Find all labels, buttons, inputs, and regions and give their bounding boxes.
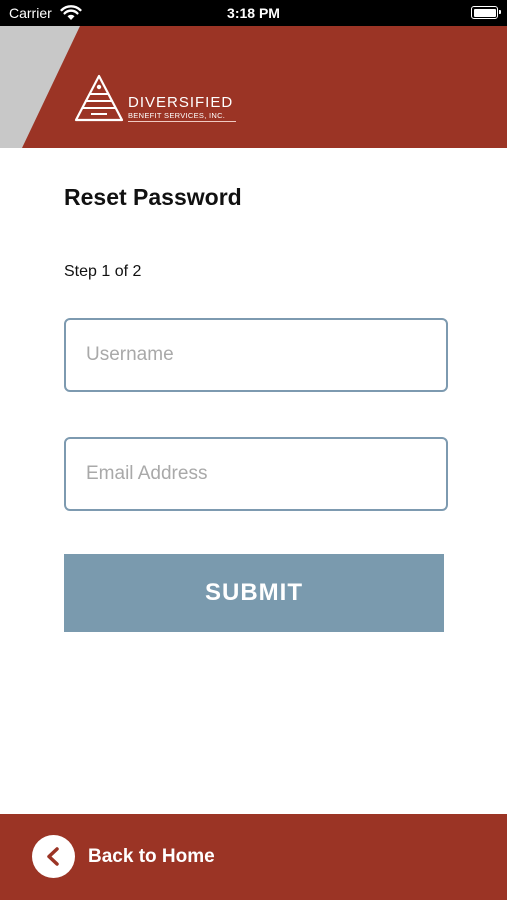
page-title: Reset Password [64,184,242,210]
logo-underline [128,121,236,122]
logo-subtitle: BENEFIT SERVICES, INC. [128,111,226,120]
email-input[interactable] [64,437,448,511]
footer-bar: Back to Home [0,814,507,900]
clock-time: 3:18 PM [227,5,280,21]
app-header: DIVERSIFIED BENEFIT SERVICES, INC. [0,26,507,148]
step-indicator: Step 1 of 2 [64,263,142,280]
status-bar: Carrier 3:18 PM [0,0,507,26]
back-button[interactable] [32,835,75,878]
logo-title: DIVERSIFIED [128,94,234,111]
submit-button[interactable]: SUBMIT [64,554,444,632]
chevron-left-icon [47,847,59,866]
header-gray-stripe [0,26,80,148]
battery-icon [471,6,501,19]
back-to-home-link[interactable]: Back to Home [88,846,215,868]
username-input[interactable] [64,318,448,392]
company-logo: DIVERSIFIED BENEFIT SERVICES, INC. [74,74,244,124]
logo-triangle-mark [74,74,124,122]
